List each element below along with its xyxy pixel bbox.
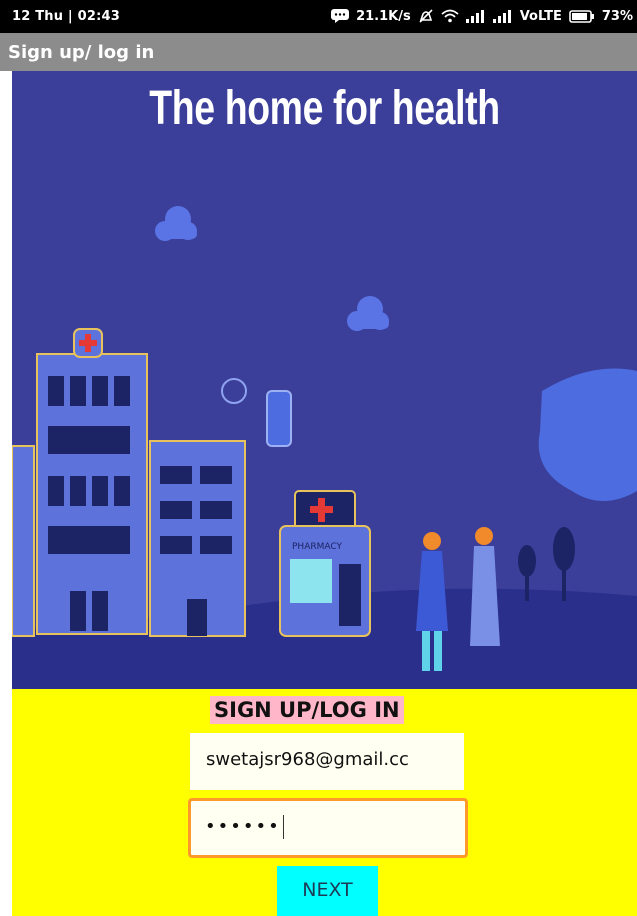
tree-icon [553, 527, 575, 601]
left-margin [0, 71, 12, 916]
form-heading: SIGN UP/LOG IN [210, 696, 404, 724]
login-form: SIGN UP/LOG IN swetajsr968@gmail.cc ••••… [12, 689, 637, 916]
text-caret [282, 815, 284, 839]
status-net-speed: 21.1K/s [356, 8, 411, 24]
signal-icon [465, 10, 484, 23]
hospital-building [12, 328, 246, 637]
status-network-label: VoLTE [519, 8, 562, 24]
cloud-icon [155, 206, 197, 241]
molecule-blob [538, 368, 637, 501]
chat-bubble-icon [331, 9, 350, 23]
pharmacy-sign: PHARMACY [292, 542, 342, 552]
cloud-icon [347, 296, 389, 331]
email-value: swetajsr968@gmail.cc [206, 749, 409, 770]
password-field[interactable]: •••••• [188, 798, 468, 858]
next-button[interactable]: NEXT [277, 866, 378, 916]
app-bar: Sign up/ log in [0, 33, 637, 71]
password-value: •••••• [205, 816, 281, 837]
clock-icon [221, 378, 247, 404]
pharmacy-building: PHARMACY [279, 490, 371, 637]
status-battery-percent: 73% [601, 8, 633, 24]
status-bar: 12 Thu | 02:43 21.1K/s VoLTE 73% [0, 0, 637, 33]
hero-banner: PHARMACY The home for health [12, 71, 637, 689]
health-illustration: PHARMACY [12, 206, 637, 689]
mute-icon [419, 9, 433, 23]
page-title: Sign up/ log in [8, 42, 155, 63]
phone-icon [266, 390, 292, 447]
status-icons: 21.1K/s VoLTE 73% [331, 7, 633, 25]
signal-icon [492, 10, 511, 23]
wifi-icon [441, 9, 459, 23]
status-date-time: 12 Thu | 02:43 [12, 9, 120, 24]
email-field[interactable]: swetajsr968@gmail.cc [190, 733, 464, 790]
battery-icon [569, 9, 594, 23]
hero-title: The home for health [149, 82, 500, 135]
